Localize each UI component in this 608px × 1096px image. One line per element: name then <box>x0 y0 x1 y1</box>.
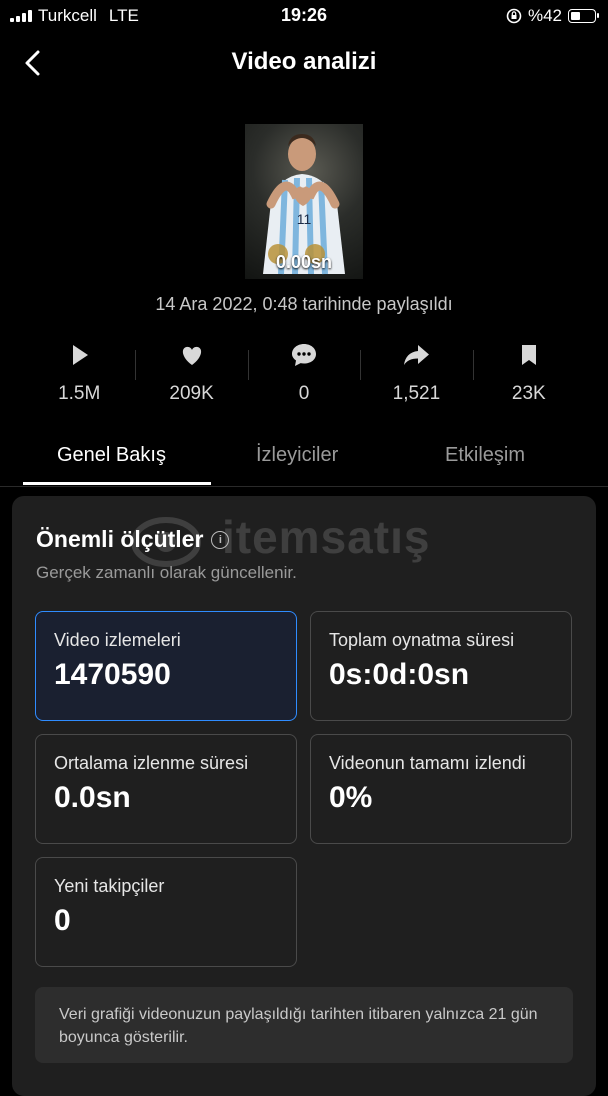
metric-new-followers[interactable]: Yeni takipçiler 0 <box>35 857 297 967</box>
metric-value: 0% <box>329 781 373 814</box>
tab-engagement[interactable]: Etkileşim <box>445 444 525 467</box>
tab-viewers[interactable]: İzleyiciler <box>256 444 338 467</box>
status-right: %42 <box>506 6 599 26</box>
metric-label: Toplam oynatma süresi <box>329 630 515 650</box>
active-tab-indicator <box>23 482 211 485</box>
status-bar: Turkcell LTE 19:26 %42 <box>0 0 608 32</box>
section-title: Önemli ölçütler i <box>36 526 230 553</box>
stats-row: 1.5M 209K 0 1,521 23K <box>23 340 585 410</box>
metric-value: 1470590 <box>54 658 171 691</box>
video-thumbnail[interactable]: 11 0.00sn <box>245 124 363 279</box>
stat-likes: 209K <box>135 340 247 410</box>
metric-video-views[interactable]: Video izlemeleri 1470590 <box>35 611 297 721</box>
battery-icon <box>568 9 599 23</box>
stat-value: 209K <box>169 383 214 404</box>
section-subtitle: Gerçek zamanlı olarak güncellenir. <box>36 563 297 582</box>
stat-value: 0 <box>298 383 310 404</box>
stat-saves: 23K <box>472 340 585 410</box>
header: Video analizi <box>0 40 608 84</box>
data-retention-note: Veri grafiği videonuzun paylaşıldığı tar… <box>35 987 573 1063</box>
metric-label: Video izlemeleri <box>54 630 181 650</box>
heart-icon <box>182 346 201 365</box>
play-icon <box>73 345 89 365</box>
comment-icon <box>292 344 317 366</box>
metric-label: Yeni takipçiler <box>54 876 165 896</box>
key-metrics-card: itemsatış Önemli ölçütler i Gerçek zaman… <box>12 496 596 1096</box>
metric-value: 0 <box>54 904 71 937</box>
posted-date: 14 Ara 2022, 0:48 tarihinde paylaşıldı <box>155 294 453 314</box>
watermark-text: itemsatış <box>222 511 431 563</box>
metric-value: 0s:0d:0sn <box>329 658 470 691</box>
info-icon[interactable]: i <box>211 530 230 549</box>
svg-text:11: 11 <box>297 211 312 227</box>
battery-percent: %42 <box>527 6 562 25</box>
tab-overview[interactable]: Genel Bakış <box>57 444 166 467</box>
metric-watched-full-video[interactable]: Videonun tamamı izlendi 0% <box>310 734 572 844</box>
metric-total-play-time[interactable]: Toplam oynatma süresi 0s:0d:0sn <box>310 611 572 721</box>
stat-comments: 0 <box>247 340 360 410</box>
video-duration: 0.00sn <box>275 252 333 272</box>
page-title: Video analizi <box>231 48 377 75</box>
stat-value: 1.5M <box>58 383 101 404</box>
stat-shares: 1,521 <box>360 340 472 410</box>
share-icon <box>404 345 430 365</box>
stat-value: 23K <box>511 383 546 404</box>
tab-bar: Genel Bakış İzleyiciler Etkileşim <box>0 438 608 487</box>
bookmark-icon <box>521 345 536 365</box>
orientation-lock-icon <box>506 8 522 24</box>
metric-label: Ortalama izlenme süresi <box>54 753 249 773</box>
section-title-text: Önemli ölçütler <box>36 526 204 552</box>
metric-value: 0.0sn <box>54 781 131 814</box>
stat-value: 1,521 <box>392 383 441 404</box>
metric-average-watch-time[interactable]: Ortalama izlenme süresi 0.0sn <box>35 734 297 844</box>
metric-label: Videonun tamamı izlendi <box>329 753 526 773</box>
stat-plays: 1.5M <box>23 340 135 410</box>
